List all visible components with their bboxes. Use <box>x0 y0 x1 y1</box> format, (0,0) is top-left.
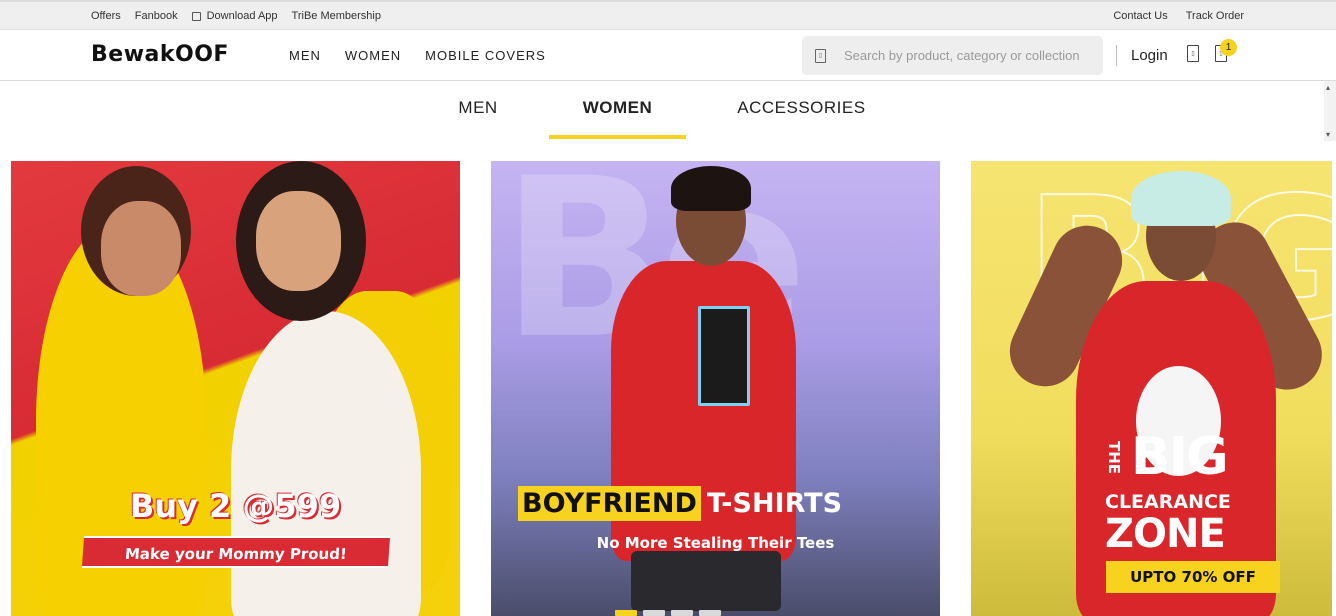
scroll-up-icon[interactable]: ▴ <box>1326 83 1330 92</box>
scroll-down-icon[interactable]: ▾ <box>1326 130 1330 139</box>
badge-the: THE <box>1105 441 1123 475</box>
tab-men[interactable]: MEN <box>441 81 514 139</box>
model-figure <box>231 311 421 616</box>
model-hair <box>671 166 751 211</box>
tshirt-print <box>698 306 750 406</box>
carousel-dot[interactable] <box>699 610 721 616</box>
contact-us-link[interactable]: Contact Us <box>1113 10 1167 22</box>
scrollbar[interactable]: ▴ ▾ <box>1324 81 1336 141</box>
badge-clearance: CLEARANCE <box>1105 491 1231 513</box>
nav-mobile-covers[interactable]: MOBILE COVERS <box>425 48 546 63</box>
tab-accessories[interactable]: ACCESSORIES <box>720 81 882 139</box>
search-input[interactable] <box>842 47 1097 64</box>
nav-women[interactable]: WOMEN <box>345 48 401 63</box>
tribe-membership-link[interactable]: TriBe Membership <box>292 10 381 22</box>
download-app-label: Download App <box>206 10 278 22</box>
banner-subtitle: No More Stealing Their Tees <box>596 534 835 552</box>
bewakoof-logo[interactable]: BewakOOF <box>91 42 229 67</box>
badge-big: BIG <box>1131 427 1229 487</box>
model-face <box>101 201 181 296</box>
nav-men[interactable]: MEN <box>289 48 321 63</box>
model-face <box>256 191 341 291</box>
model-shorts <box>631 551 781 611</box>
carousel-dot[interactable] <box>643 610 665 616</box>
banner-title-highlight: BOYFRIEND <box>518 486 701 521</box>
search-icon: ▯ <box>815 48 826 63</box>
download-app-link[interactable]: Download App <box>191 10 278 22</box>
fanbook-link[interactable]: Fanbook <box>135 10 178 22</box>
utility-links-right: Contact Us Track Order <box>1113 2 1244 30</box>
carousel-dot[interactable] <box>615 610 637 616</box>
banner-title: Buy 2 @599 <box>129 487 342 525</box>
banner-offer: UPTO 70% OFF <box>1106 561 1280 593</box>
top-utility-bar: Offers Fanbook Download App TriBe Member… <box>0 0 1336 30</box>
carousel-dots <box>615 610 721 616</box>
banner-ribbon: Make your Mommy Proud! <box>81 536 391 568</box>
carousel-dot[interactable] <box>671 610 693 616</box>
tab-women[interactable]: WOMEN <box>548 81 687 139</box>
phone-icon <box>191 11 201 21</box>
search-box[interactable]: ▯ <box>802 36 1103 75</box>
banner-boyfriend-tshirts[interactable]: Be BOYFRIEND T-SHIRTS No More Stealing T… <box>491 161 940 616</box>
main-header: BewakOOF MEN WOMEN MOBILE COVERS ▯ Login… <box>0 30 1336 81</box>
header-divider <box>1116 45 1117 66</box>
model-hat <box>1131 171 1231 226</box>
category-tabs: MEN WOMEN ACCESSORIES <box>0 81 1324 141</box>
cart-count-badge: 1 <box>1220 39 1237 56</box>
banner-title: BOYFRIEND T-SHIRTS <box>518 486 842 521</box>
badge-zone: ZONE <box>1105 511 1226 557</box>
banner-title-rest: T-SHIRTS <box>706 488 843 519</box>
main-nav: MEN WOMEN MOBILE COVERS <box>289 30 546 81</box>
track-order-link[interactable]: Track Order <box>1186 10 1244 22</box>
utility-links-left: Offers Fanbook Download App TriBe Member… <box>91 2 381 30</box>
login-link[interactable]: Login <box>1131 30 1168 81</box>
offers-link[interactable]: Offers <box>91 10 121 22</box>
wishlist-icon[interactable]: ▯ <box>1187 45 1199 62</box>
banner-buy-2[interactable]: Buy 2 @599 Make your Mommy Proud! <box>11 161 460 616</box>
banner-big-clearance[interactable]: BIG THE BIG CLEARANCE ZONE UPTO 70% OFF <box>971 161 1332 616</box>
